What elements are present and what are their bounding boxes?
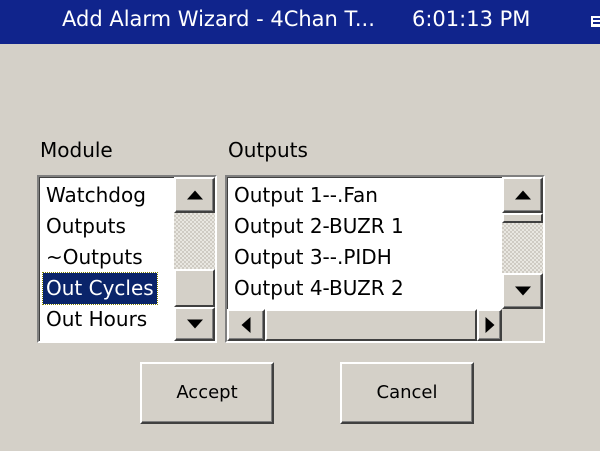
outputs-label: Outputs xyxy=(228,138,308,162)
output-item-3[interactable]: Output 3--.PIDH xyxy=(231,242,395,273)
triangle-down-icon xyxy=(186,319,203,329)
triangle-right-icon xyxy=(485,317,494,333)
triangle-down-icon xyxy=(514,286,531,296)
outputs-vscroll-thumb[interactable] xyxy=(502,213,543,223)
triangle-up-icon xyxy=(186,190,203,200)
outputs-scroll-up-button[interactable] xyxy=(502,177,543,213)
module-scroll-up-button[interactable] xyxy=(174,177,215,213)
module-listbox[interactable]: Watchdog Outputs ~Outputs Out Cycles Out… xyxy=(37,175,217,343)
module-scroll-down-button[interactable] xyxy=(174,307,215,341)
module-item-watchdog[interactable]: Watchdog xyxy=(43,180,149,211)
scrollbar-corner xyxy=(502,309,543,341)
tray-icon[interactable] xyxy=(590,15,600,28)
outputs-scroll-right-button[interactable] xyxy=(477,309,502,341)
triangle-left-icon xyxy=(241,317,251,333)
accept-button[interactable]: Accept xyxy=(140,362,274,424)
title-bar: Add Alarm Wizard - 4Chan T... 6:01:13 PM xyxy=(0,0,600,44)
output-item-2[interactable]: Output 2-BUZR 1 xyxy=(231,211,407,242)
triangle-up-icon xyxy=(514,190,531,200)
module-scroll-thumb[interactable] xyxy=(174,269,215,307)
module-item-out-cycles[interactable]: Out Cycles xyxy=(42,272,158,305)
output-item-4[interactable]: Output 4-BUZR 2 xyxy=(231,273,407,304)
cancel-button[interactable]: Cancel xyxy=(340,362,474,424)
outputs-scroll-down-button[interactable] xyxy=(502,273,543,309)
window-title: Add Alarm Wizard - 4Chan T... xyxy=(62,7,375,31)
module-label: Module xyxy=(40,138,113,162)
outputs-hscroll-thumb[interactable] xyxy=(265,309,477,341)
outputs-listbox[interactable]: Output 1--.Fan Output 2-BUZR 1 Output 3-… xyxy=(225,175,545,343)
module-item-out-hours[interactable]: Out Hours xyxy=(43,304,150,335)
outputs-scroll-left-button[interactable] xyxy=(227,309,265,341)
output-item-1[interactable]: Output 1--.Fan xyxy=(231,180,381,211)
module-item-not-outputs[interactable]: ~Outputs xyxy=(43,242,146,273)
clock: 6:01:13 PM xyxy=(412,7,531,31)
module-item-outputs[interactable]: Outputs xyxy=(43,211,129,242)
